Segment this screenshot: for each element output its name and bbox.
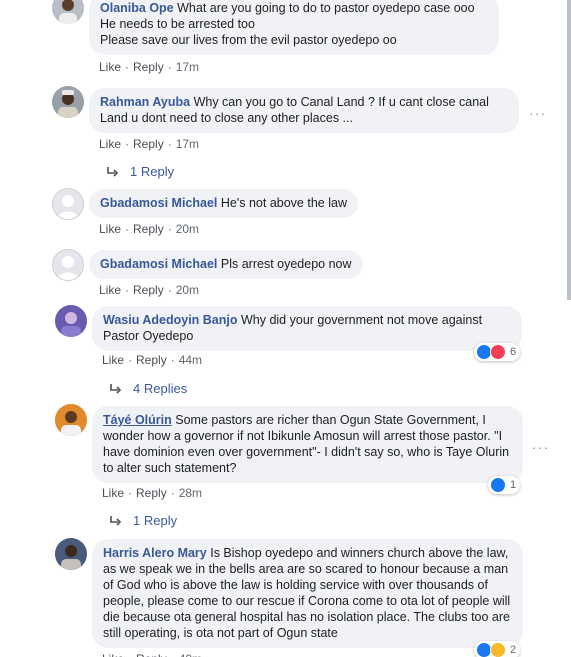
haha-reaction-icon bbox=[490, 642, 506, 657]
avatar[interactable] bbox=[55, 404, 87, 436]
comment-author[interactable]: Gbadamosi Michael bbox=[100, 257, 217, 271]
comment-actions: Like · Reply · 44m bbox=[102, 353, 203, 367]
comment-bubble: Harris Alero Mary Is Bishop oyedepo and … bbox=[92, 539, 523, 648]
reaction-summary[interactable]: 6 bbox=[474, 343, 521, 361]
comment-actions: Like · Reply · 28m bbox=[102, 486, 203, 500]
comment: Gbadamosi Michael Pls arrest oyedepo now… bbox=[0, 249, 571, 305]
comment-actions: Like · Reply · 17m bbox=[99, 60, 200, 74]
love-reaction-icon bbox=[490, 344, 506, 360]
comment-author[interactable]: Olaniba Ope bbox=[100, 1, 174, 15]
comment-author[interactable]: Harris Alero Mary bbox=[103, 546, 207, 560]
like-button[interactable]: Like bbox=[99, 60, 121, 74]
comment-time[interactable]: 20m bbox=[176, 283, 199, 297]
comment: Gbadamosi Michael He's not above the law… bbox=[0, 188, 571, 244]
more-options-icon[interactable]: ··· bbox=[529, 106, 545, 120]
comment-text: He's not above the law bbox=[220, 196, 347, 210]
like-reaction-icon bbox=[490, 477, 506, 493]
view-replies-link[interactable]: 4 Replies bbox=[109, 381, 187, 396]
comment: Rahman Ayuba Why can you go to Canal Lan… bbox=[0, 86, 571, 186]
comment-bubble: Wasiu Adedoyin Banjo Why did your govern… bbox=[92, 306, 522, 351]
comment: Wasiu Adedoyin Banjo Why did your govern… bbox=[0, 305, 571, 400]
reply-arrow-icon bbox=[110, 515, 121, 526]
comment-actions: Like · Reply · 20m bbox=[99, 283, 200, 297]
comment-author[interactable]: Rahman Ayuba bbox=[100, 95, 190, 109]
reply-button[interactable]: Reply bbox=[133, 283, 164, 297]
default-avatar-icon[interactable] bbox=[52, 249, 84, 281]
view-replies-link[interactable]: 1 Reply bbox=[109, 513, 177, 528]
comment: Táyé Olúrin Some pastors are richer than… bbox=[0, 404, 571, 534]
reaction-summary[interactable]: 2 bbox=[474, 641, 521, 657]
replies-count[interactable]: 1 Reply bbox=[133, 513, 177, 528]
reply-button[interactable]: Reply bbox=[133, 60, 164, 74]
comment-bubble: Rahman Ayuba Why can you go to Canal Lan… bbox=[89, 88, 519, 133]
avatar[interactable] bbox=[52, 86, 84, 118]
reply-button[interactable]: Reply bbox=[136, 652, 167, 657]
reaction-count: 1 bbox=[510, 479, 517, 491]
view-replies-link[interactable]: 1 Reply bbox=[106, 164, 174, 179]
comment: Harris Alero Mary Is Bishop oyedepo and … bbox=[0, 538, 571, 657]
default-avatar-icon[interactable] bbox=[52, 188, 84, 220]
comment-time[interactable]: 28m bbox=[179, 486, 202, 500]
reply-button[interactable]: Reply bbox=[133, 137, 164, 151]
reaction-count: 6 bbox=[510, 346, 517, 358]
avatar[interactable] bbox=[55, 305, 87, 337]
scrollbar[interactable] bbox=[567, 0, 571, 300]
comment-time[interactable]: 44m bbox=[179, 353, 202, 367]
comment-author[interactable]: Táyé Olúrin bbox=[103, 413, 172, 427]
comment-bubble: Gbadamosi Michael He's not above the law bbox=[89, 189, 358, 218]
reply-button[interactable]: Reply bbox=[133, 222, 164, 236]
reply-arrow-icon bbox=[107, 166, 118, 177]
comment-time[interactable]: 20m bbox=[176, 222, 199, 236]
comment-text: Is Bishop oyedepo and winners church abo… bbox=[103, 546, 511, 640]
reaction-summary[interactable]: 1 bbox=[488, 476, 521, 494]
comment-bubble: Táyé Olúrin Some pastors are richer than… bbox=[92, 406, 523, 483]
like-button[interactable]: Like bbox=[99, 222, 121, 236]
reaction-count: 2 bbox=[510, 644, 517, 656]
avatar[interactable] bbox=[52, 0, 84, 24]
like-button[interactable]: Like bbox=[102, 486, 124, 500]
comment-time[interactable]: 40m bbox=[179, 652, 202, 657]
like-button[interactable]: Like bbox=[99, 283, 121, 297]
reply-button[interactable]: Reply bbox=[136, 353, 167, 367]
avatar[interactable] bbox=[55, 538, 87, 570]
replies-count[interactable]: 1 Reply bbox=[130, 164, 174, 179]
comment-author[interactable]: Wasiu Adedoyin Banjo bbox=[103, 313, 238, 327]
reply-arrow-icon bbox=[110, 383, 121, 394]
comment-time[interactable]: 17m bbox=[176, 137, 199, 151]
comment-actions: Like·Reply·40m bbox=[102, 652, 202, 657]
like-button[interactable]: Like bbox=[102, 353, 124, 367]
comment-time[interactable]: 17m bbox=[176, 60, 199, 74]
more-options-icon[interactable]: ··· bbox=[532, 440, 548, 454]
comment-bubble: Gbadamosi Michael Pls arrest oyedepo now bbox=[89, 250, 363, 279]
comment-actions: Like · Reply · 17m bbox=[99, 137, 200, 151]
comment-text: Pls arrest oyedepo now bbox=[220, 257, 352, 271]
like-button[interactable]: Like bbox=[99, 137, 121, 151]
like-button[interactable]: Like bbox=[102, 652, 124, 657]
comment-actions: Like · Reply · 20m bbox=[99, 222, 200, 236]
comment-author[interactable]: Gbadamosi Michael bbox=[100, 196, 217, 210]
comment-bubble: Olaniba Ope What are you going to do to … bbox=[89, 0, 499, 55]
reply-button[interactable]: Reply bbox=[136, 486, 167, 500]
comment: Olaniba Ope What are you going to do to … bbox=[0, 0, 571, 80]
replies-count[interactable]: 4 Replies bbox=[133, 381, 187, 396]
